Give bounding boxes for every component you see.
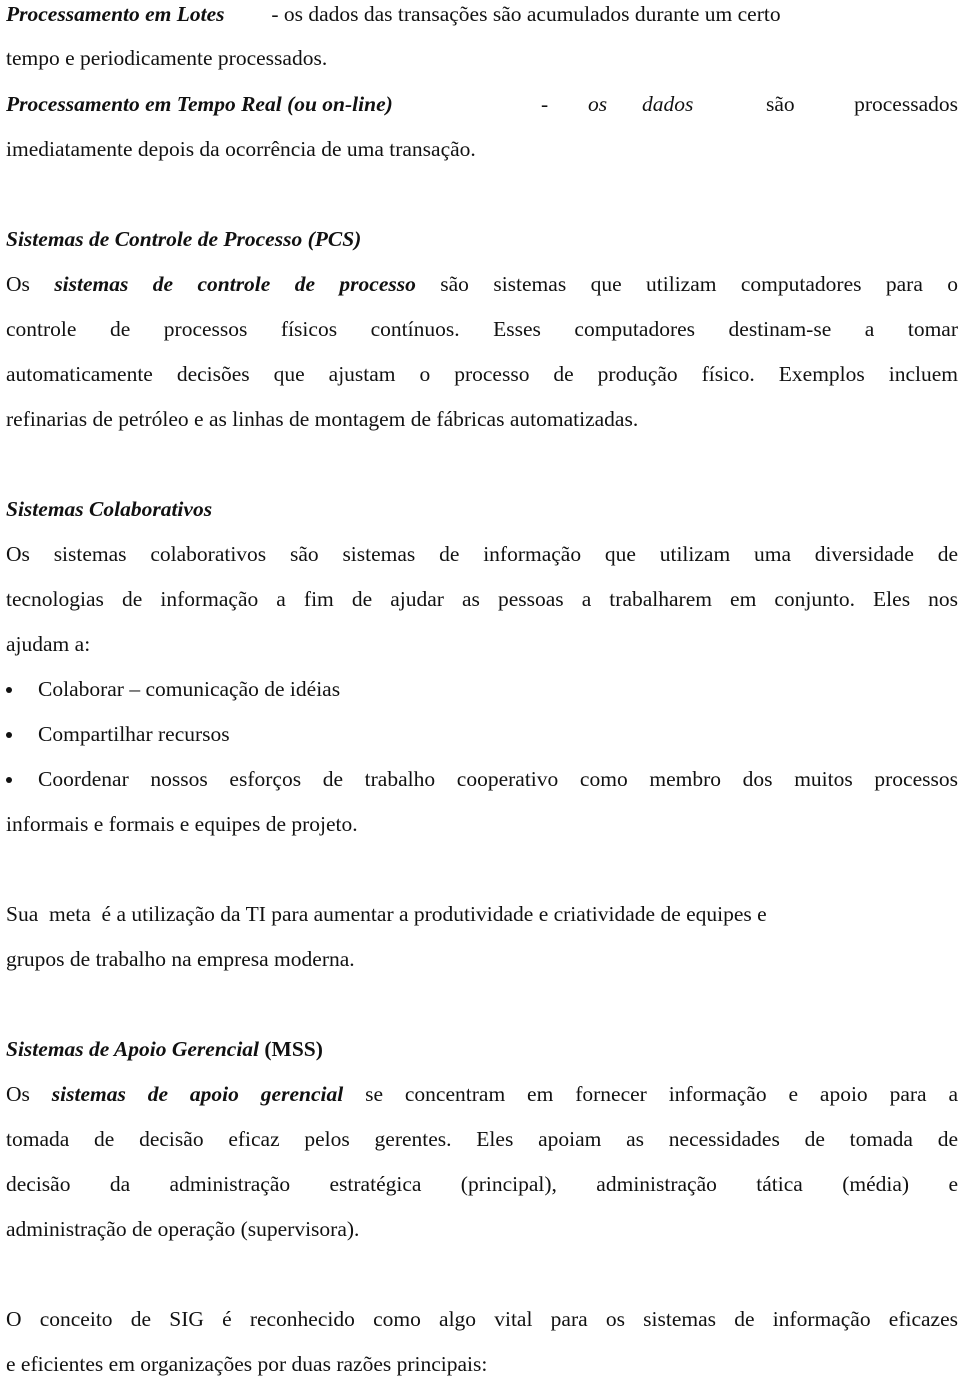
realtime-processing-line-1: Processamento em Tempo Real (ou on-line)… <box>6 90 958 118</box>
mss-paragraph-line: administração de operação (supervisora). <box>6 1217 360 1241</box>
sig-paragraph-line: e eficientes em organizações por duas ra… <box>6 1352 488 1376</box>
goal-paragraph-line: Sua meta é a utilização da TI para aumen… <box>6 902 767 926</box>
bullet-icon <box>6 687 12 693</box>
bullet-text: Compartilhar recursos <box>38 722 230 746</box>
batch-processing-term: Processamento em Lotes <box>6 2 225 26</box>
realtime-dash: - <box>541 92 549 116</box>
collab-bullet-item: Compartilhar recursos <box>6 720 958 748</box>
sig-paragraph-line: O conceito de SIG é reconhecido como alg… <box>6 1307 958 1331</box>
mss-heading-title: Sistemas de Apoio Gerencial <box>6 1037 260 1061</box>
bullet-text: Coordenar nossos esforços de trabalho co… <box>38 767 958 791</box>
realtime-word-processados: processados <box>854 92 958 116</box>
pcs-emphasis: sistemas de controle de processo <box>54 272 416 296</box>
mss-prefix: Os <box>6 1082 30 1106</box>
mss-heading-abbr: (MSS) <box>264 1037 323 1061</box>
pcs-rest: são sistemas que utilizam computadores p… <box>440 272 959 296</box>
collab-paragraph-line: tecnologias de informação a fim de ajuda… <box>6 587 958 611</box>
batch-processing-line-1: Processamento em Lotes - os dados das tr… <box>6 0 958 28</box>
mss-paragraph-line: decisão da administração estratégica (pr… <box>6 1172 958 1196</box>
mss-heading: Sistemas de Apoio Gerencial (MSS) <box>6 1035 958 1063</box>
pcs-paragraph-line: automaticamente decisões que ajustam o p… <box>6 362 958 386</box>
realtime-processing-line-2: imediatamente depois da ocorrência de um… <box>6 137 476 161</box>
collab-bullet-continuation: informais e formais e equipes de projeto… <box>6 812 358 836</box>
realtime-word-dados: dados <box>642 92 694 116</box>
collab-bullet-item: Colaborar – comunicação de idéias <box>6 675 958 703</box>
mss-rest: se concentram em fornecer informação e a… <box>365 1082 959 1106</box>
collab-paragraph-line: ajudam a: <box>6 632 91 656</box>
pcs-heading: Sistemas de Controle de Processo (PCS) <box>6 227 362 251</box>
bullet-icon <box>6 732 12 738</box>
realtime-processing-term: Processamento em Tempo Real (ou on-line) <box>6 92 393 116</box>
pcs-paragraph-line: refinarias de petróleo e as linhas de mo… <box>6 407 639 431</box>
bullet-text: Colaborar – comunicação de idéias <box>38 677 341 701</box>
batch-processing-definition: - os dados das transações são acumulados… <box>271 2 781 26</box>
realtime-word-os: os <box>588 92 608 116</box>
bullet-icon <box>6 777 12 783</box>
pcs-paragraph-line: controle de processos físicos contínuos.… <box>6 317 958 341</box>
mss-paragraph-line: tomada de decisão eficaz pelos gerentes.… <box>6 1127 958 1151</box>
pcs-paragraph-line: Os sistemas de controle de processo são … <box>6 270 958 298</box>
collab-bullet-item: Coordenar nossos esforços de trabalho co… <box>6 765 958 793</box>
realtime-word-sao: são <box>766 92 795 116</box>
collab-heading: Sistemas Colaborativos <box>6 497 213 521</box>
batch-processing-line-2: tempo e periodicamente processados. <box>6 46 328 70</box>
pcs-prefix: Os <box>6 272 30 296</box>
collab-paragraph-line: Os sistemas colaborativos são sistemas d… <box>6 542 958 566</box>
mss-paragraph-line: Os sistemas de apoio gerencial se concen… <box>6 1080 958 1108</box>
goal-paragraph-line: grupos de trabalho na empresa moderna. <box>6 947 355 971</box>
mss-emphasis: sistemas de apoio gerencial <box>51 1082 344 1106</box>
